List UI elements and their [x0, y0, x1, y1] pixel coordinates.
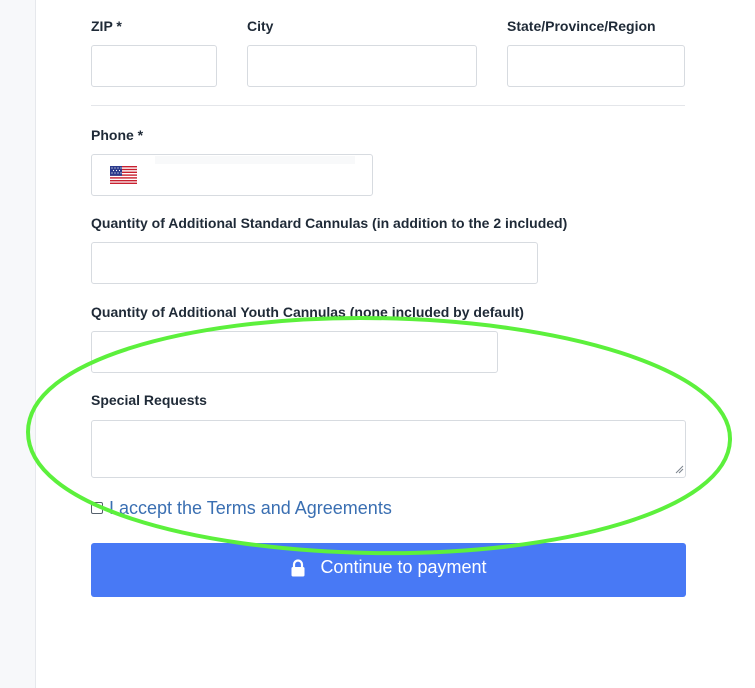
lock-icon — [291, 559, 305, 577]
zip-input[interactable] — [91, 45, 217, 87]
youth-cannulas-label: Quantity of Additional Youth Cannulas (n… — [91, 304, 524, 320]
zip-label: ZIP * — [91, 18, 122, 34]
terms-link[interactable]: I accept the Terms and Agreements — [109, 498, 392, 519]
city-input[interactable] — [247, 45, 477, 87]
continue-to-payment-button[interactable]: Continue to payment — [91, 543, 686, 597]
special-requests-textarea[interactable] — [91, 420, 686, 478]
city-label: City — [247, 18, 274, 34]
standard-cannulas-input[interactable] — [91, 242, 538, 284]
special-requests-label: Special Requests — [91, 392, 207, 408]
state-label: State/Province/Region — [507, 18, 656, 34]
left-rail — [0, 0, 36, 688]
phone-label: Phone * — [91, 127, 144, 143]
terms-checkbox[interactable] — [91, 502, 103, 514]
continue-to-payment-label: Continue to payment — [320, 556, 487, 577]
section-divider — [91, 105, 685, 106]
standard-cannulas-label: Quantity of Additional Standard Cannulas… — [91, 215, 568, 231]
us-flag-icon[interactable] — [110, 166, 137, 184]
phone-redaction — [155, 156, 355, 164]
state-input[interactable] — [507, 45, 685, 87]
youth-cannulas-input[interactable] — [91, 331, 498, 373]
resize-grip-icon[interactable] — [674, 464, 684, 474]
